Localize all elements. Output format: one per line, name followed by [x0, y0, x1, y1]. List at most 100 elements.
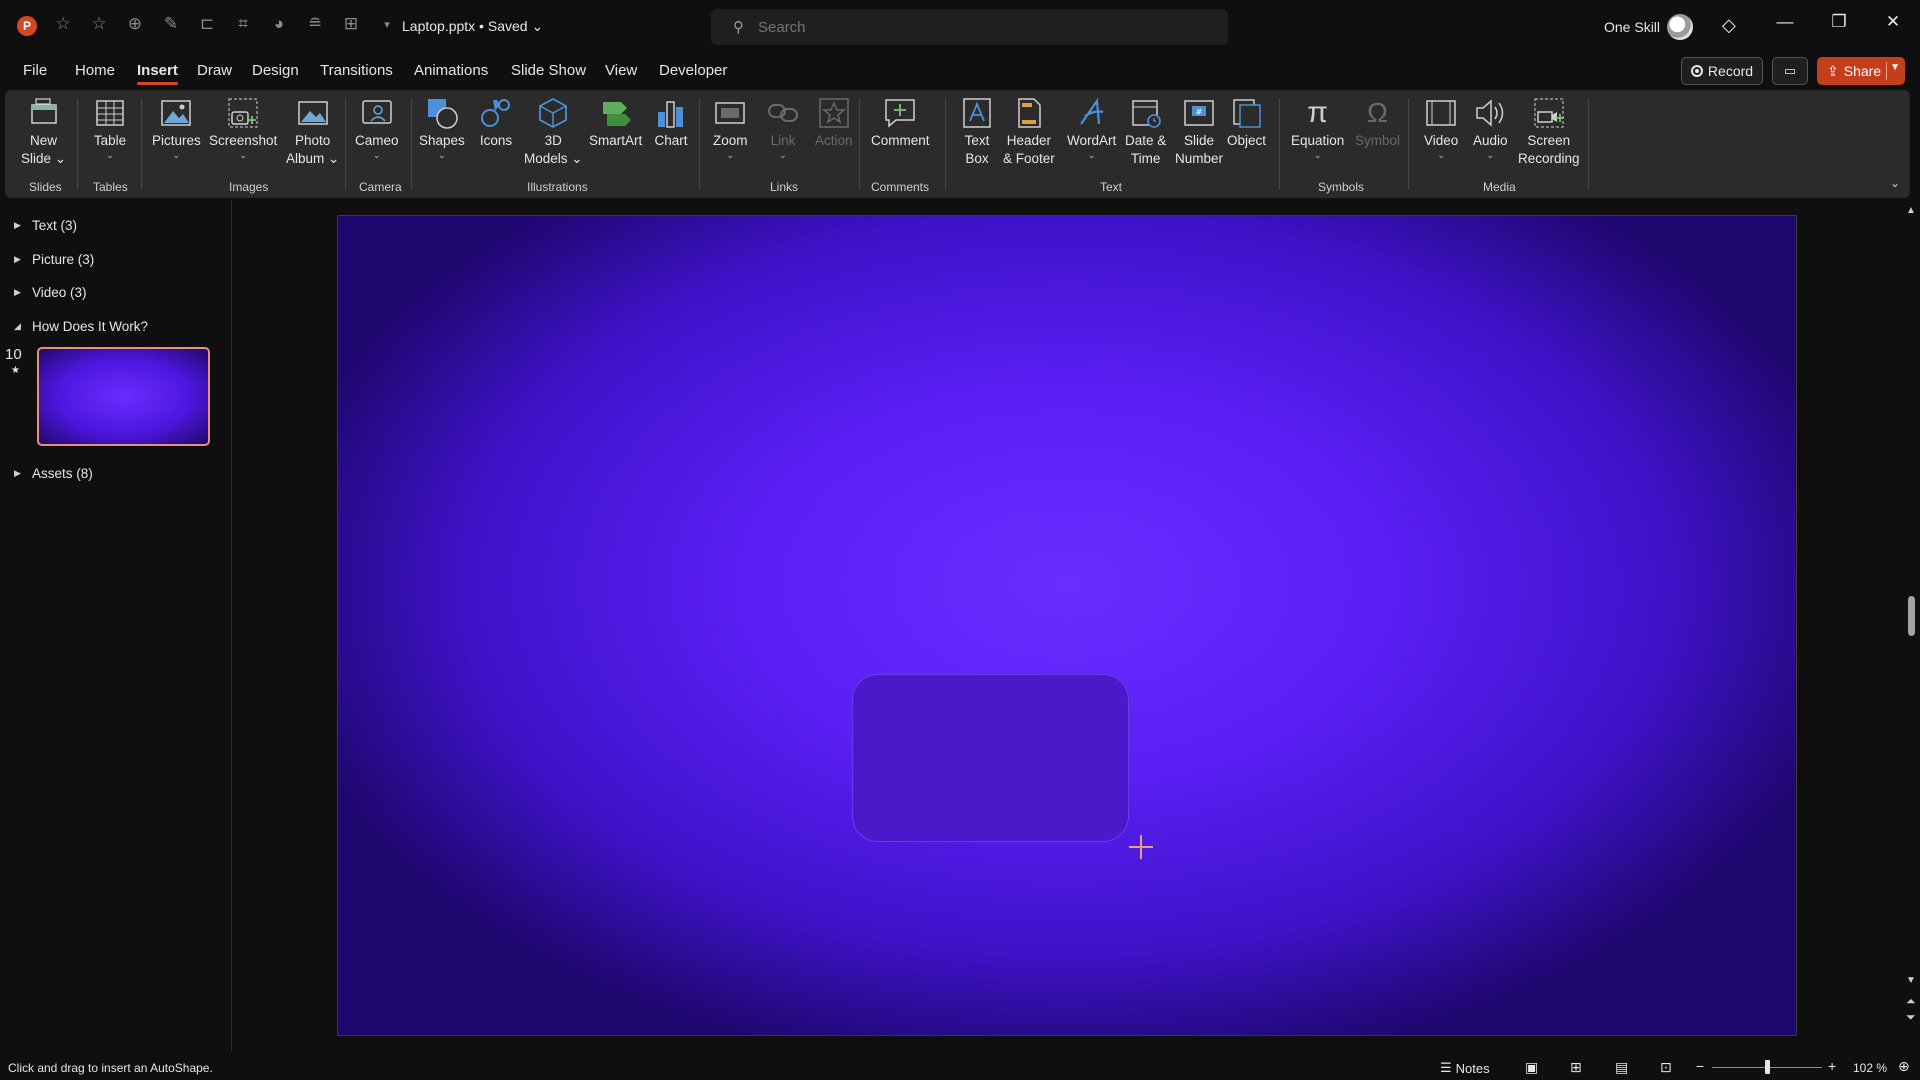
customize-qat-icon[interactable]: ▾ [376, 18, 398, 31]
icons-button[interactable]: Icons [479, 96, 513, 150]
tab-slide-show[interactable]: Slide Show [511, 62, 586, 79]
slide-canvas[interactable] [337, 215, 1797, 1036]
user-name[interactable]: One Skill [1604, 19, 1660, 35]
star-icon[interactable]: ☆ [52, 14, 74, 34]
search-input[interactable] [758, 18, 1158, 36]
label-line: Symbol [1355, 133, 1401, 148]
rounded-rectangle-shape[interactable] [852, 674, 1129, 842]
fit-slide-icon[interactable]: ⊕ [1898, 1058, 1910, 1075]
next-slide-icon[interactable]: ⏷ [1906, 1010, 1916, 1025]
label-line: Slide [1183, 133, 1215, 148]
expand-icon: ▶ [14, 287, 21, 297]
avatar[interactable] [1667, 14, 1693, 40]
section-video[interactable]: ▶ Video (3) [14, 285, 87, 300]
document-title[interactable]: Laptop.pptx • Saved ⌄ [402, 18, 543, 35]
link-button[interactable]: Link ⌄ [766, 96, 800, 160]
slide-number-button[interactable]: # Slide Number [1175, 96, 1223, 168]
record-button[interactable]: Record [1681, 57, 1763, 85]
reading-view-icon[interactable]: ▤ [1615, 1059, 1628, 1076]
vertical-scrollbar[interactable]: ▲ ▼ ⏶ ⏷ [1903, 200, 1920, 1052]
pictures-button[interactable]: Pictures ⌄ [152, 96, 201, 160]
photo-album-button[interactable]: Photo Album ⌄ [286, 96, 339, 168]
chart-button[interactable]: Chart [654, 96, 688, 150]
slide-thumbnail[interactable] [37, 347, 210, 446]
restore-icon[interactable]: ❐ [1824, 12, 1854, 32]
wordart-button[interactable]: WordArt ⌄ [1067, 96, 1116, 160]
zoom-slide-icon [713, 96, 747, 130]
minimize-icon[interactable]: — [1770, 12, 1800, 32]
slide-sorter-icon[interactable]: ⊞ [1570, 1059, 1582, 1076]
object-button[interactable]: Object [1227, 96, 1266, 150]
comment-button[interactable]: Comment [871, 96, 930, 150]
star-outline-icon[interactable]: ☆ [88, 14, 110, 34]
expand-icon: ▶ [14, 468, 21, 478]
audio-button[interactable]: Audio ⌄ [1473, 96, 1508, 160]
omega-icon: Ω [1367, 97, 1388, 128]
screen-recording-button[interactable]: Screen Recording [1518, 96, 1580, 168]
text-box-button[interactable]: Text Box [960, 96, 994, 168]
close-icon[interactable]: ✕ [1878, 12, 1908, 32]
section-assets[interactable]: ▶ Assets (8) [14, 466, 93, 481]
label-line: Models ⌄ [524, 151, 583, 166]
zoom-out-icon[interactable]: − [1696, 1058, 1704, 1074]
tab-insert[interactable]: Insert [137, 62, 178, 85]
symbol-button[interactable]: Ω Symbol [1355, 96, 1400, 150]
arrange-icon[interactable]: ⊞ [340, 14, 362, 34]
status-bar: Click and drag to insert an AutoShape. ☰… [0, 1055, 1920, 1080]
cameo-button[interactable]: Cameo ⌄ [355, 96, 399, 160]
distribute-icon[interactable]: ≘ [304, 14, 326, 34]
svg-text:#: # [1196, 108, 1203, 117]
section-how-does-it-work[interactable]: ◢ How Does It Work? [14, 319, 148, 334]
record-label: Record [1707, 63, 1754, 79]
tab-developer[interactable]: Developer [659, 62, 727, 79]
slide-show-icon[interactable]: ⊡ [1660, 1059, 1672, 1076]
premium-diamond-icon[interactable]: ◇ [1722, 15, 1736, 36]
equation-button[interactable]: π Equation ⌄ [1291, 96, 1344, 161]
section-label: Text (3) [32, 218, 78, 233]
scroll-down-icon[interactable]: ▼ [1906, 975, 1916, 986]
header-footer-button[interactable]: Header & Footer [1003, 96, 1055, 168]
tab-transitions[interactable]: Transitions [320, 62, 393, 79]
label-line: Object [1227, 133, 1267, 148]
shapes-button[interactable]: Shapes ⌄ [419, 96, 465, 160]
tab-design[interactable]: Design [252, 62, 299, 79]
table-icon [93, 96, 127, 130]
new-slide-button[interactable]: New Slide ⌄ [21, 96, 66, 168]
group-label-camera: Camera [359, 180, 402, 194]
chevron-down-icon[interactable]: ▼ [1890, 62, 1900, 73]
scroll-up-icon[interactable]: ▲ [1906, 205, 1916, 216]
pen-icon[interactable]: ✎ [160, 14, 182, 34]
normal-view-icon[interactable]: ▣ [1525, 1059, 1538, 1076]
3d-models-button[interactable]: 3D Models ⌄ [524, 96, 583, 168]
zoom-button[interactable]: Zoom ⌄ [713, 96, 748, 160]
zoom-in-icon[interactable]: + [1828, 1058, 1836, 1074]
tab-file[interactable]: File [23, 62, 47, 79]
label-line: Header [1006, 133, 1052, 148]
zoom-slider-handle[interactable] [1764, 1060, 1770, 1074]
align-icon[interactable]: ⊏ [196, 14, 218, 34]
smartart-button[interactable]: SmartArt [589, 96, 642, 150]
collapse-ribbon-icon[interactable]: ⌄ [1890, 176, 1900, 190]
zoom-level[interactable]: 102 % [1853, 1061, 1887, 1075]
share-button[interactable]: ⇪ Share ▼ [1817, 57, 1905, 85]
scrollbar-thumb[interactable] [1908, 596, 1915, 636]
screenshot-button[interactable]: Screenshot ⌄ [209, 96, 277, 160]
video-button[interactable]: Video ⌄ [1424, 96, 1458, 160]
section-text[interactable]: ▶ Text (3) [14, 218, 77, 233]
previous-slide-icon[interactable]: ⏶ [1906, 994, 1916, 1009]
action-button[interactable]: Action [815, 96, 853, 150]
tab-draw[interactable]: Draw [197, 62, 232, 79]
tab-view[interactable]: View [605, 62, 637, 79]
icons-icon [479, 96, 513, 130]
table-button[interactable]: Table ⌄ [93, 96, 127, 160]
notes-button[interactable]: ☰ Notes [1440, 1060, 1490, 1076]
tab-animations[interactable]: Animations [414, 62, 488, 79]
comments-button[interactable]: ▭ [1772, 57, 1808, 85]
date-time-button[interactable]: Date & Time [1125, 96, 1166, 168]
section-picture[interactable]: ▶ Picture (3) [14, 252, 94, 267]
search-box[interactable]: ⚲ [711, 9, 1228, 45]
pan-icon[interactable]: ⊕ [124, 14, 146, 34]
tab-home[interactable]: Home [75, 62, 115, 79]
crop-icon[interactable]: ⌗ [232, 14, 254, 34]
shape-fill-icon[interactable]: ◕ [268, 14, 290, 34]
